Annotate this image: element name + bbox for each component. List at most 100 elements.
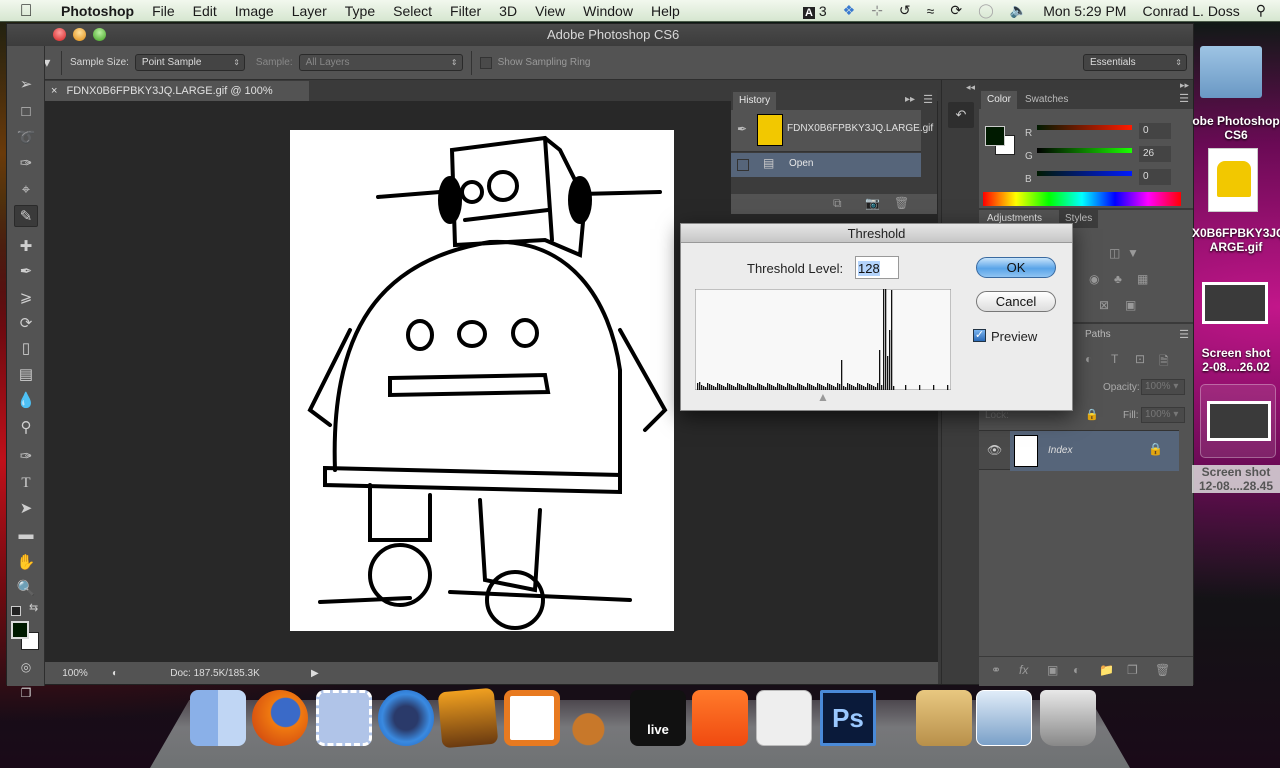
channel-b-value[interactable]: 0 [1139, 169, 1171, 185]
status-preview-icon[interactable]: ◐ [105, 668, 125, 679]
filter-smart-object-icon[interactable]: 🗎 [1159, 352, 1169, 373]
dock-garageband-icon[interactable] [566, 690, 622, 746]
screen-mode-icon[interactable]: ❐ [14, 682, 38, 704]
dock-soundcloud-icon[interactable] [692, 690, 748, 746]
bluetooth-icon[interactable]: ⊹ [863, 2, 891, 19]
brush-tool-icon[interactable]: ✒ [14, 261, 38, 283]
color-lookup-icon[interactable]: ▦ [1137, 272, 1148, 286]
panel-collapse-icon[interactable]: ▸▸ [1180, 80, 1189, 91]
channel-g-value[interactable]: 26 [1139, 146, 1171, 162]
path-selection-tool-icon[interactable]: ➤ [14, 498, 38, 520]
dock-koder-icon[interactable] [504, 690, 560, 746]
menu-app-name[interactable]: Photoshop [52, 3, 143, 19]
zoom-tool-icon[interactable]: 🔍 [14, 578, 38, 600]
expand-panels-icon[interactable]: ◂◂ [966, 82, 975, 93]
history-panel-icon[interactable]: ↶ [948, 102, 974, 128]
panel-menu-icon[interactable]: ☰ [923, 93, 933, 106]
threshold-adjust-icon[interactable]: ⊠ [1099, 298, 1109, 312]
close-document-icon[interactable]: × [51, 85, 57, 97]
adobe-updates-icon[interactable]: A 3 [795, 3, 835, 19]
eyedropper-tool-icon[interactable]: ✎ [14, 205, 38, 227]
add-mask-icon[interactable]: ▣ [1047, 663, 1058, 677]
wifi-icon[interactable]: ≈ [919, 3, 943, 19]
tab-history[interactable]: History [733, 92, 777, 110]
tab-paths[interactable]: Paths [1079, 326, 1117, 344]
menu-select[interactable]: Select [384, 3, 441, 19]
delete-state-trash-icon[interactable]: 🗑 [894, 196, 909, 210]
new-snapshot-camera-icon[interactable]: 📷 [865, 196, 880, 210]
history-brush-source-icon[interactable]: ✒ [737, 122, 747, 136]
marquee-tool-icon[interactable]: □ [14, 101, 38, 123]
dock-mail-icon[interactable] [316, 690, 372, 746]
zoom-window-button[interactable] [93, 28, 106, 41]
fill-field[interactable]: 100% ▾ [1141, 407, 1185, 423]
opacity-field[interactable]: 100% ▾ [1141, 379, 1185, 395]
crop-tool-icon[interactable]: ⌖ [14, 179, 38, 201]
tab-swatches[interactable]: Swatches [1019, 91, 1074, 109]
new-adjustment-layer-icon[interactable]: ◐ [1073, 663, 1080, 677]
filter-type-icon[interactable]: T [1111, 352, 1118, 366]
dock-finder-icon[interactable] [190, 690, 246, 746]
menu-edit[interactable]: Edit [184, 3, 226, 19]
gradient-tool-icon[interactable]: ▤ [14, 364, 38, 386]
desktop-image-file-icon[interactable] [1208, 148, 1258, 212]
channel-b-slider[interactable] [1037, 171, 1132, 176]
sync-icon[interactable]: ⟳ [942, 2, 970, 19]
dock-firefox-webpage-icon[interactable] [976, 690, 1032, 746]
new-layer-icon[interactable]: ❐ [1127, 663, 1138, 677]
dock-itunes-icon[interactable] [378, 690, 434, 746]
dock-script-editor-icon[interactable] [756, 690, 812, 746]
workspace-select[interactable]: Essentials ⇕ [1083, 54, 1187, 71]
blur-tool-icon[interactable]: 💧 [14, 390, 38, 412]
menu-image[interactable]: Image [226, 3, 283, 19]
menu-filter[interactable]: Filter [441, 3, 490, 19]
history-brush-tool-icon[interactable]: ⟳ [14, 313, 38, 335]
layer-row[interactable]: 👁 Index 🔒 [979, 430, 1179, 471]
spectrum-ramp[interactable] [983, 192, 1181, 206]
type-tool-icon[interactable]: T [14, 472, 38, 494]
color-panel-foreground-swatch[interactable] [985, 126, 1005, 146]
layer-name[interactable]: Index [1048, 445, 1072, 456]
desktop-screenshot-selected-icon[interactable] [1200, 384, 1276, 458]
document-tab[interactable]: × FDNX0B6FPBKY3JQ.LARGE.gif @ 100% (Inde… [45, 81, 309, 117]
history-state-open[interactable]: ▤ Open [731, 153, 921, 177]
status-menu-arrow-icon[interactable]: ▶ [311, 668, 319, 679]
menu-file[interactable]: File [143, 3, 184, 19]
move-tool-icon[interactable]: ➢ [14, 74, 38, 96]
dock-address-book-icon[interactable] [916, 690, 972, 746]
channel-r-slider[interactable] [1037, 125, 1132, 130]
filter-shape-icon[interactable]: ⊡ [1135, 352, 1145, 366]
panel-menu-icon[interactable]: ☰ [1179, 328, 1189, 341]
dock-ableton-live-icon[interactable]: live [630, 690, 686, 746]
menu-3d[interactable]: 3D [490, 3, 526, 19]
show-sampling-ring-checkbox[interactable] [479, 56, 492, 69]
channel-g-slider[interactable] [1037, 148, 1132, 153]
dock-firefox-icon[interactable] [252, 690, 308, 746]
layer-visibility-eye-icon[interactable]: 👁 [987, 443, 1002, 457]
healing-brush-tool-icon[interactable]: ✚ [14, 236, 38, 258]
cancel-button[interactable]: Cancel [976, 291, 1056, 312]
pen-tool-icon[interactable]: ✑ [14, 446, 38, 468]
link-layers-icon[interactable]: ⚭ [991, 663, 1001, 677]
lock-all-icon[interactable]: 🔒 [1085, 408, 1099, 421]
default-colors-icon[interactable] [11, 606, 21, 616]
desktop-screenshot-icon[interactable] [1202, 282, 1268, 324]
desktop-item-label[interactable]: X0B6FPBKY3JQ ARGE.gif [1192, 226, 1280, 254]
gradient-fill-icon[interactable]: ▣ [1125, 298, 1136, 312]
sample-select[interactable]: All Layers ⇕ [298, 54, 463, 71]
filter-adjustment-icon[interactable]: ◐ [1085, 352, 1092, 366]
document-canvas[interactable] [290, 130, 674, 631]
new-group-folder-icon[interactable]: 📁 [1099, 663, 1114, 677]
dodge-tool-icon[interactable]: ⚲ [14, 417, 38, 439]
rectangle-tool-icon[interactable]: ▬ [14, 524, 38, 546]
time-machine-icon[interactable]: ↺ [891, 2, 919, 19]
ok-button[interactable]: OK [976, 257, 1056, 278]
dock-iphoto-icon[interactable] [437, 687, 499, 749]
lasso-tool-icon[interactable]: ➰ [14, 127, 38, 149]
layer-style-fx-icon[interactable]: fx [1019, 663, 1028, 677]
spotlight-icon[interactable]: ⚲ [1248, 2, 1280, 19]
clock[interactable]: Mon 5:29 PM [1035, 3, 1134, 19]
eraser-tool-icon[interactable]: ▯ [14, 338, 38, 360]
threshold-level-input[interactable]: 128 [855, 256, 899, 279]
history-state-checkbox[interactable] [737, 159, 749, 171]
